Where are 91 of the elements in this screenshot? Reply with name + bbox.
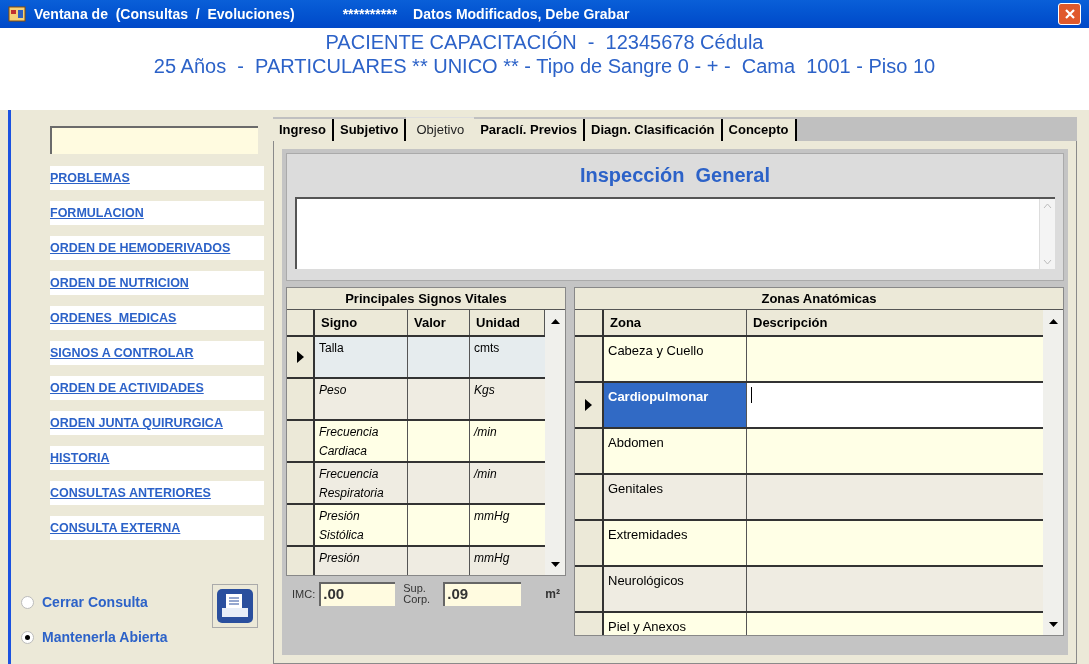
tab[interactable]: Paraclí. Previos bbox=[474, 119, 586, 141]
column-header: Descripción bbox=[752, 314, 829, 332]
inspection-text-area[interactable] bbox=[295, 197, 1055, 269]
table-cell: Talla bbox=[315, 337, 408, 377]
tab[interactable]: Ingreso bbox=[273, 119, 334, 141]
table-cell: Genitales bbox=[604, 475, 747, 519]
row-selector[interactable] bbox=[575, 383, 604, 427]
table-cell: Extremidades bbox=[604, 521, 747, 565]
radio-option[interactable]: Mantenerla Abierta bbox=[21, 627, 168, 648]
close-button[interactable] bbox=[1058, 3, 1081, 25]
row-selector[interactable] bbox=[575, 475, 604, 519]
text-cursor bbox=[751, 387, 752, 403]
row-selector[interactable] bbox=[287, 421, 315, 461]
radio-button[interactable] bbox=[21, 631, 34, 644]
search-field[interactable] bbox=[50, 126, 258, 154]
grid-row[interactable]: Frecuencia Respiratoria /min bbox=[287, 463, 545, 505]
row-selector[interactable] bbox=[287, 379, 315, 419]
grid-row[interactable]: Abdomen bbox=[575, 429, 1043, 475]
column-header: Valor bbox=[408, 310, 470, 335]
table-cell: Peso bbox=[315, 379, 408, 419]
row-selector[interactable] bbox=[575, 567, 604, 611]
radio-button[interactable] bbox=[21, 596, 34, 609]
tab[interactable]: Subjetivo bbox=[333, 119, 407, 141]
scrollbar[interactable] bbox=[1043, 310, 1063, 635]
table-cell: Cabeza y Cuello bbox=[604, 337, 747, 381]
grid-row[interactable]: Frecuencia Cardiaca /min bbox=[287, 421, 545, 463]
row-selector[interactable] bbox=[287, 547, 315, 575]
row-selector[interactable] bbox=[575, 429, 604, 473]
grid-row[interactable]: Peso Kgs bbox=[287, 379, 545, 421]
imc-field[interactable]: .00 bbox=[319, 582, 396, 606]
table-cell-text: Kgs bbox=[473, 382, 496, 399]
scroll-down-icon bbox=[1043, 260, 1052, 265]
row-selector[interactable] bbox=[287, 463, 315, 503]
imc-label: IMC: bbox=[292, 586, 316, 602]
grid-row[interactable]: Talla cmts bbox=[287, 337, 545, 379]
table-cell: Cardiopulmonar bbox=[604, 383, 747, 427]
row-selector[interactable] bbox=[287, 505, 315, 545]
table-cell: Frecuencia Cardiaca bbox=[315, 421, 408, 461]
patient-details: 25 Años - PARTICULARES ** UNICO ** - Tipo de Sangre 0 - + - Cama 1001 - Piso 10 bbox=[153, 54, 936, 78]
patient-name: PACIENTE CAPACITACIÓN - 12345678 Cédula bbox=[325, 30, 764, 54]
grid-row[interactable]: Extremidades bbox=[575, 521, 1043, 567]
grid-row[interactable]: Piel y Anexos bbox=[575, 613, 1043, 635]
grid-row[interactable]: Presión Sistólica mmHg bbox=[287, 505, 545, 547]
body-surface-field[interactable]: .09 bbox=[443, 582, 522, 606]
table-cell-text: /min bbox=[472, 466, 498, 483]
grid-row[interactable]: Cardiopulmonar bbox=[575, 383, 1043, 429]
modified-notice: Datos Modificados, Debe Grabar bbox=[413, 4, 630, 24]
radio-option[interactable]: Cerrar Consulta bbox=[21, 592, 168, 613]
table-cell-text: mmHg bbox=[473, 508, 511, 525]
grid-title: Zonas Anatómicas bbox=[575, 288, 1063, 310]
table-cell-text: mmHg bbox=[473, 550, 511, 567]
scrollbar[interactable] bbox=[545, 310, 565, 575]
scroll-down-icon bbox=[1048, 621, 1058, 627]
row-selector[interactable] bbox=[575, 337, 604, 381]
table-cell: Abdomen bbox=[604, 429, 747, 473]
modified-marker: ********** bbox=[342, 4, 398, 24]
grid-title: Principales Signos Vitales bbox=[287, 288, 565, 310]
scroll-up-icon bbox=[550, 318, 560, 324]
tab[interactable]: Diagn. Clasificación bbox=[585, 119, 723, 141]
column-header: Signo bbox=[315, 310, 408, 335]
printer-icon bbox=[216, 588, 254, 624]
row-selector[interactable] bbox=[575, 521, 604, 565]
scroll-up-icon bbox=[1043, 203, 1052, 208]
grid-row[interactable]: Cabeza y Cuello bbox=[575, 337, 1043, 383]
scroll-up-icon bbox=[1048, 318, 1058, 324]
row-pointer-icon bbox=[585, 399, 592, 411]
unit-label: m² bbox=[545, 586, 560, 603]
grid-row[interactable]: Presión mmHg bbox=[287, 547, 545, 575]
close-icon bbox=[1063, 8, 1076, 20]
table-cell: Presión bbox=[315, 547, 408, 575]
window-title: Ventana de (Consultas / Evoluciones) bbox=[34, 4, 295, 24]
print-button[interactable] bbox=[212, 584, 258, 628]
row-selector[interactable] bbox=[287, 337, 315, 377]
table-cell: Piel y Anexos bbox=[604, 613, 747, 635]
app-icon bbox=[8, 6, 26, 22]
row-pointer-icon bbox=[296, 351, 304, 363]
table-cell: Neurológicos bbox=[604, 567, 747, 611]
row-selector[interactable] bbox=[575, 613, 604, 635]
grid-row[interactable]: Neurológicos bbox=[575, 567, 1043, 613]
table-cell-text: /min bbox=[472, 424, 498, 441]
scrollbar[interactable] bbox=[1039, 199, 1055, 269]
table-cell-text: cmts bbox=[473, 340, 501, 357]
body-surface-label: Sup. Corp. bbox=[403, 583, 432, 605]
inspection-title: Inspección General bbox=[579, 163, 771, 188]
tab[interactable]: Concepto bbox=[722, 119, 797, 141]
table-cell: Presión Sistólica bbox=[315, 505, 408, 545]
column-header: Zona bbox=[604, 310, 747, 335]
table-cell: Frecuencia Respiratoria bbox=[315, 463, 408, 503]
tab[interactable]: Objetivo bbox=[406, 117, 475, 141]
scroll-down-icon bbox=[550, 561, 560, 567]
grid-row[interactable]: Genitales bbox=[575, 475, 1043, 521]
